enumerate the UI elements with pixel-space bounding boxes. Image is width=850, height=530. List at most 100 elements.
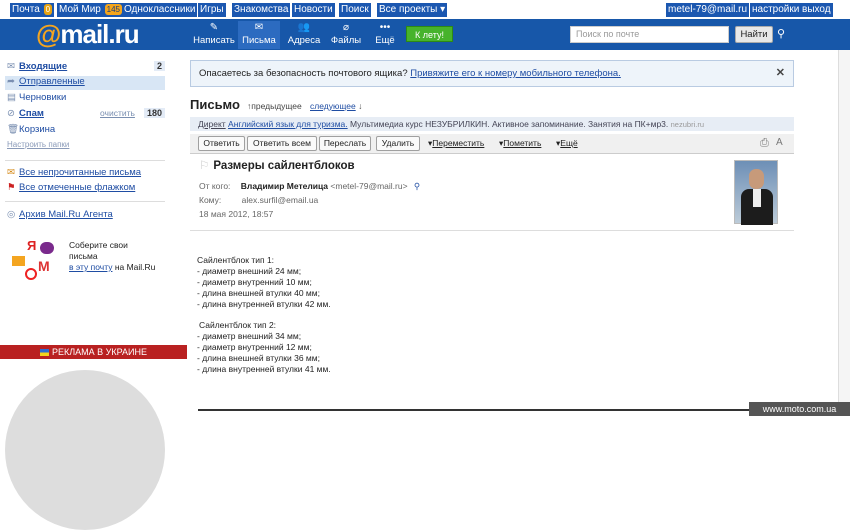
collector-link[interactable]: в эту почту — [69, 262, 112, 272]
letter-subject: ⚐ Размеры сайлентблоков — [199, 158, 355, 172]
delete-button[interactable]: Удалить — [376, 136, 420, 151]
agent-archive-link[interactable]: ◎ Архив Mail.Ru Агента — [7, 209, 167, 223]
paperclip-icon: ⌀ — [342, 22, 350, 33]
summer-promo-button[interactable]: К лету! — [406, 26, 453, 42]
prev-letter-link[interactable]: ↑предыдущее — [247, 101, 302, 111]
to-email[interactable]: alex.surfil@email.ua — [242, 195, 319, 205]
folder-spam[interactable]: ⊘ Спам очистить 180 — [7, 108, 167, 122]
mark-menu[interactable]: ▾Пометить — [499, 138, 541, 149]
topbar-games-link[interactable]: Игры — [198, 3, 226, 17]
page-title: Письмо — [190, 97, 240, 112]
folder-drafts[interactable]: ▤ Черновики — [7, 92, 167, 106]
close-icon[interactable]: ✕ — [776, 61, 785, 86]
clear-spam-link[interactable]: очистить — [100, 108, 135, 118]
more-label: Ещё — [560, 138, 578, 148]
topbar-mymir-label: Мой Мир — [59, 4, 101, 15]
pencil-icon: ✎ — [209, 22, 219, 33]
ukraine-ad-banner[interactable]: РЕКЛАМА В УКРАИНЕ — [0, 345, 187, 359]
folder-trash[interactable]: 🗑Корзина — [7, 124, 167, 138]
spam-count: 180 — [143, 108, 165, 118]
sent-arrow-icon: ➦ — [7, 76, 15, 87]
header-divider — [190, 230, 794, 231]
nav-letters[interactable]: ✉ Письма — [238, 21, 280, 49]
topbar-dating-link[interactable]: Знакомства — [232, 3, 291, 17]
folder-trash-label: Корзина — [19, 124, 56, 135]
body-line: Сайлентблок тип 2: — [199, 320, 277, 330]
vertical-scrollbar[interactable] — [838, 50, 850, 416]
reply-button[interactable]: Ответить — [198, 136, 245, 151]
ukraine-ad-label: РЕКЛАМА В УКРАИНЕ — [52, 347, 147, 357]
logo-text: mail.ru — [60, 19, 139, 49]
nav-files-label: Файлы — [330, 35, 362, 46]
direct-ad-line: Директ Английский язык для туризма. Муль… — [190, 117, 794, 131]
nav-more-label: Ещё — [375, 35, 395, 46]
topbar-user-email[interactable]: metel-79@mail.ru — [666, 3, 750, 17]
nav-more[interactable]: ••• Ещё — [372, 21, 398, 49]
video-play-overlay — [5, 370, 165, 530]
letter-toolbar: Ответить Ответить всем Переслать Удалить… — [190, 134, 794, 154]
all-flagged-label: Все отмеченные флажком — [19, 182, 136, 193]
collector-logos-icon: Я M — [10, 238, 60, 283]
find-button[interactable]: Найти — [735, 26, 773, 43]
body-line: - диаметр внутренний 10 мм; — [197, 277, 312, 287]
inbox-count: 2 — [153, 61, 165, 71]
at-sign-icon: @ — [36, 19, 61, 49]
from-name[interactable]: Владимир Метелица — [241, 181, 328, 191]
topbar-news-link[interactable]: Новости — [292, 3, 335, 17]
from-email[interactable]: <metel-79@mail.ru> — [330, 181, 407, 191]
ad-text: Мультимедиа курс НЕЗУБРИЛКИН. Активное з… — [347, 119, 669, 129]
nav-compose[interactable]: ✎ Написать — [192, 21, 236, 49]
trash-icon: 🗑 — [7, 124, 20, 135]
envelope-icon: ✉ — [254, 22, 264, 33]
body-line: - диаметр внешний 24 мм; — [197, 266, 302, 276]
sender-avatar[interactable] — [734, 160, 778, 225]
setup-folders-link[interactable]: Настроить папки — [7, 140, 167, 154]
reply-all-button[interactable]: Ответить всем — [247, 136, 317, 151]
alert-text: Опасаетесь за безопасность почтового ящи… — [199, 68, 411, 79]
topbar-logout-link[interactable]: выход — [800, 3, 833, 17]
drafts-icon: ▤ — [7, 92, 16, 103]
folder-sent[interactable]: ➦ Отправленные — [5, 76, 165, 90]
collector-text: Соберите свои письма в эту почту на Mail… — [69, 240, 179, 273]
advanced-search-icon[interactable]: ⚲ — [777, 27, 785, 40]
nav-files[interactable]: ⌀ Файлы — [328, 21, 364, 49]
subject-text: Размеры сайлентблоков — [213, 160, 355, 172]
ad-domain: nezubri.ru — [670, 120, 704, 129]
flag-outline-icon[interactable]: ⚐ — [199, 160, 209, 172]
nav-contacts[interactable]: 👥 Адреса — [284, 21, 324, 49]
topbar-mail-link[interactable]: Почта 0 — [10, 3, 55, 17]
mailru-logo[interactable]: @mail.ru — [36, 19, 140, 50]
next-letter-link[interactable]: следующее ↓ — [310, 101, 362, 111]
more-menu[interactable]: ▾Ещё — [556, 138, 578, 149]
agent-archive-label: Архив Mail.Ru Агента — [19, 209, 113, 220]
collector-line-1: Соберите свои — [69, 240, 128, 250]
search-icon[interactable]: ⚲ — [414, 181, 420, 191]
all-unread-link[interactable]: ✉ Все непрочитанные письма — [7, 167, 167, 181]
sidebar-divider-2 — [5, 201, 165, 202]
flag-icon: ⚑ — [7, 182, 16, 193]
all-flagged-link[interactable]: ⚑ Все отмеченные флажком — [7, 182, 167, 196]
topbar-search-link[interactable]: Поиск — [339, 3, 371, 17]
body-line: - диаметр внешний 34 мм; — [197, 331, 302, 341]
forward-button[interactable]: Переслать — [319, 136, 371, 151]
move-menu[interactable]: ▾Переместить — [428, 138, 484, 149]
alert-link[interactable]: Привяжите его к номеру мобильного телефо… — [410, 68, 621, 79]
print-icon[interactable]: ⎙ — [760, 137, 769, 150]
folder-inbox[interactable]: ✉ Входящие 2 — [7, 61, 167, 75]
mail-search-input[interactable]: Поиск по почте — [570, 26, 729, 43]
chevron-down-icon: ▾ — [440, 4, 446, 15]
to-row: Кому: alex.surfil@email.ua — [199, 195, 318, 205]
inbox-icon: ✉ — [7, 61, 15, 72]
ad-link[interactable]: Английский язык для туризма. — [228, 119, 348, 129]
ad-prefix[interactable]: Директ — [198, 119, 226, 129]
topbar-mymir-link[interactable]: Мой Мир 145 — [57, 3, 124, 17]
nav-compose-label: Написать — [193, 35, 235, 46]
ukraine-flag-icon — [40, 349, 49, 357]
mymir-badge: 145 — [104, 4, 122, 15]
collector-line-2: письма — [69, 251, 98, 261]
next-letter-label: следующее — [310, 101, 356, 111]
topbar-all-projects-link[interactable]: Все проекты ▾ — [377, 3, 448, 17]
topbar-odnoklassniki-link[interactable]: Одноклассники — [122, 3, 198, 17]
translate-icon[interactable]: A — [776, 137, 783, 148]
topbar-settings-link[interactable]: настройки — [750, 3, 802, 17]
